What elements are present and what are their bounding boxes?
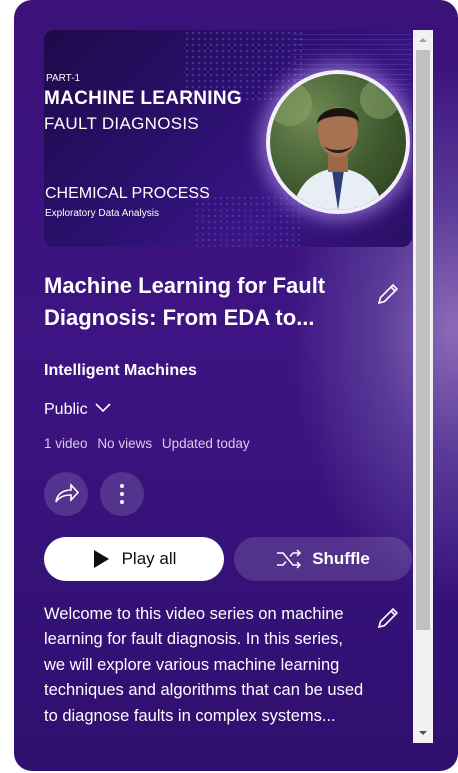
edit-title-icon[interactable] (374, 280, 402, 308)
share-button[interactable] (44, 472, 88, 516)
channel-name[interactable]: Intelligent Machines (44, 362, 197, 380)
thumbnail-subtitle-line2: Exploratory Data Analysis (45, 208, 159, 219)
more-icon (120, 484, 124, 504)
view-count: No views (97, 436, 153, 451)
thumbnail-part-label: PART-1 (46, 73, 81, 84)
play-all-label: Play all (121, 549, 177, 568)
playlist-header-panel: PART-1 MACHINE LEARNING FAULT DIAGNOSIS … (14, 0, 458, 771)
thumbnail-dot-pattern-bottom (194, 195, 304, 247)
visibility-dropdown[interactable]: Public (44, 401, 112, 419)
shuffle-button[interactable]: Shuffle (234, 537, 412, 581)
shuffle-label: Shuffle (312, 549, 370, 568)
play-all-button[interactable]: Play all (44, 537, 224, 581)
share-icon (55, 482, 80, 503)
thumbnail-subtitle-line1: CHEMICAL PROCESS (45, 185, 210, 202)
more-options-button[interactable] (100, 472, 144, 516)
playlist-title: Machine Learning for Fault Diagnosis: Fr… (44, 273, 326, 330)
chevron-down-icon (94, 401, 112, 419)
playlist-description: Welcome to this video series on machine … (44, 605, 364, 725)
scroll-down-arrow[interactable] (413, 723, 433, 743)
scrollbar-thumb[interactable] (416, 50, 430, 630)
updated-text: Updated today (161, 436, 250, 451)
video-count: 1 video (44, 436, 88, 451)
scroll-up-arrow[interactable] (413, 30, 433, 50)
visibility-label: Public (44, 401, 88, 418)
thumbnail-title-line2: FAULT DIAGNOSIS (44, 114, 200, 133)
play-icon (93, 550, 109, 568)
playlist-thumbnail[interactable]: PART-1 MACHINE LEARNING FAULT DIAGNOSIS … (44, 30, 412, 247)
scrollbar[interactable] (413, 30, 433, 743)
presenter-portrait (266, 70, 410, 214)
thumbnail-title-line1: MACHINE LEARNING (44, 88, 242, 109)
shuffle-icon (277, 549, 302, 569)
playlist-stats: 1 video No views Updated today (44, 436, 256, 451)
edit-description-icon[interactable] (374, 604, 402, 632)
